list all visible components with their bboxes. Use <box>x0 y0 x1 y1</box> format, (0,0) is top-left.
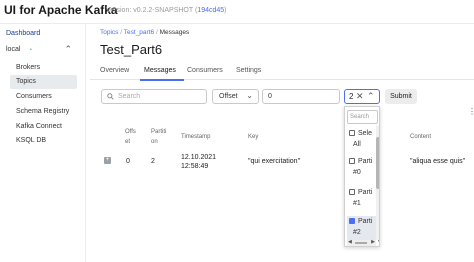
topic-tabs: Overview Messages Consumers Settings <box>90 64 474 80</box>
cell-timestamp-time: 12:58:49 <box>181 163 209 170</box>
option-label: Parti <box>358 158 373 165</box>
checkbox[interactable] <box>349 158 355 164</box>
submit-button[interactable]: Submit <box>385 89 417 104</box>
option-label: Sele <box>358 130 373 137</box>
offset-value: 0 <box>268 93 272 100</box>
tab-overview[interactable]: Overview <box>100 67 129 74</box>
chevron-up-icon[interactable]: ⌃ <box>64 44 72 55</box>
sidebar: Dashboard local • ⌃ Brokers Topics Consu… <box>0 24 86 262</box>
expand-row-icon[interactable]: + <box>104 157 111 164</box>
column-header-offset[interactable]: Offs et <box>125 127 139 147</box>
column-header-content: Content <box>410 134 432 140</box>
chevron-up-icon[interactable]: ⌃ <box>367 91 375 102</box>
header-text: Offs <box>125 129 136 135</box>
sidebar-item-kafka-connect[interactable]: Kafka Connect <box>10 120 77 134</box>
option-label: #1 <box>353 200 361 207</box>
app-version: Version: v0.2.2-SNAPSHOT (194cd45) <box>106 7 227 14</box>
page-title: Test_Part6 <box>100 42 163 57</box>
seek-type-value: Offset <box>219 93 238 100</box>
option-partition-0[interactable]: Parti #0 <box>347 156 376 182</box>
partition-select[interactable]: 2 ✕ ⌃ <box>344 89 380 104</box>
cluster-name: local <box>6 46 21 53</box>
version-suffix: ) <box>224 7 227 14</box>
cell-timestamp-date: 12.10.2021 <box>181 154 217 161</box>
option-label: Parti <box>358 189 373 196</box>
sidebar-cluster-local[interactable]: local • ⌃ <box>6 43 78 57</box>
cell-offset: 0 <box>126 158 130 165</box>
cell-content: "aliqua esse quis" <box>410 158 466 165</box>
option-label: All <box>353 141 361 148</box>
sidebar-item-dashboard[interactable]: Dashboard <box>6 30 40 37</box>
column-header-timestamp[interactable]: Timestamp <box>181 132 210 142</box>
more-options-icon[interactable]: ⋮ <box>468 107 474 116</box>
sidebar-item-label: Schema Registry <box>16 108 70 115</box>
sidebar-item-schema-registry[interactable]: Schema Registry <box>10 105 77 119</box>
sidebar-item-label: Kafka Connect <box>16 123 62 130</box>
option-label: #0 <box>353 169 361 176</box>
sidebar-item-label: Topics <box>16 78 36 85</box>
version-hash-link[interactable]: 194cd45 <box>197 7 224 14</box>
search-placeholder: Search <box>118 93 141 100</box>
option-label: #2 <box>353 229 361 236</box>
cluster-status-dot: • <box>30 47 32 53</box>
scroll-down-icon[interactable]: ▼ <box>377 239 379 245</box>
tab-settings[interactable]: Settings <box>236 67 261 74</box>
sidebar-item-brokers[interactable]: Brokers <box>10 61 77 75</box>
app-title[interactable]: UI for Apache Kafka <box>4 3 118 17</box>
tab-consumers[interactable]: Consumers <box>187 67 223 74</box>
checkbox[interactable] <box>349 189 355 195</box>
option-select-all[interactable]: Sele All <box>347 128 376 154</box>
clear-icon[interactable]: ✕ <box>356 91 364 102</box>
dropdown-search-input[interactable]: Search <box>347 110 378 124</box>
header-text: et <box>125 139 131 145</box>
horizontal-scrollbar-thumb[interactable] <box>355 242 367 244</box>
breadcrumb: Topics / Test_part6 / Messages <box>100 29 189 36</box>
sidebar-item-topics[interactable]: Topics <box>10 75 77 89</box>
version-prefix: Version: v0.2.2-SNAPSHOT ( <box>106 7 198 14</box>
dropdown-search-placeholder: Search <box>350 114 370 120</box>
scroll-right-icon[interactable]: ▶ <box>371 239 375 245</box>
checkbox-checked[interactable] <box>349 218 355 224</box>
cell-partition: 2 <box>151 158 155 165</box>
sidebar-item-label: Brokers <box>16 64 41 71</box>
breadcrumb-separator: / <box>120 29 123 36</box>
sidebar-item-label: Consumers <box>16 93 52 100</box>
sidebar-item-ksql-db[interactable]: KSQL DB <box>10 134 77 148</box>
column-header-partition[interactable]: Partiti on <box>151 127 169 147</box>
search-input[interactable]: Search <box>101 89 207 104</box>
header-text: Partiti <box>151 129 167 135</box>
option-partition-1[interactable]: Parti #1 <box>347 187 376 213</box>
breadcrumb-topic[interactable]: Test_part6 <box>124 29 154 36</box>
active-tab-indicator <box>140 79 184 81</box>
breadcrumb-separator: / <box>155 29 158 36</box>
column-header-key: Key <box>248 134 259 140</box>
dropdown-horizontal-scrollbar[interactable]: ◀ ▶ <box>347 239 376 246</box>
seek-type-select[interactable]: Offset ⌄ <box>212 89 259 104</box>
partition-value: 2 <box>349 92 354 101</box>
breadcrumb-current: Messages <box>159 29 190 36</box>
offset-input[interactable]: 0 <box>262 89 340 104</box>
dropdown-scrollbar-thumb[interactable] <box>376 137 379 189</box>
search-icon <box>107 93 114 100</box>
sidebar-item-consumers[interactable]: Consumers <box>10 90 77 104</box>
option-label: Parti <box>358 218 373 225</box>
breadcrumb-topics[interactable]: Topics <box>100 29 118 36</box>
scroll-left-icon[interactable]: ◀ <box>348 239 352 245</box>
checkbox[interactable] <box>349 130 355 136</box>
partition-dropdown: Search Sele All Parti #0 Parti #1 Parti … <box>344 106 380 247</box>
chevron-down-icon: ⌄ <box>246 91 253 100</box>
cell-key: "qui exercitation" <box>248 158 301 165</box>
sidebar-item-label: KSQL DB <box>16 137 47 144</box>
top-bar: UI for Apache Kafka Version: v0.2.2-SNAP… <box>0 0 474 24</box>
header-text: on <box>151 139 158 145</box>
tab-messages[interactable]: Messages <box>144 67 176 74</box>
